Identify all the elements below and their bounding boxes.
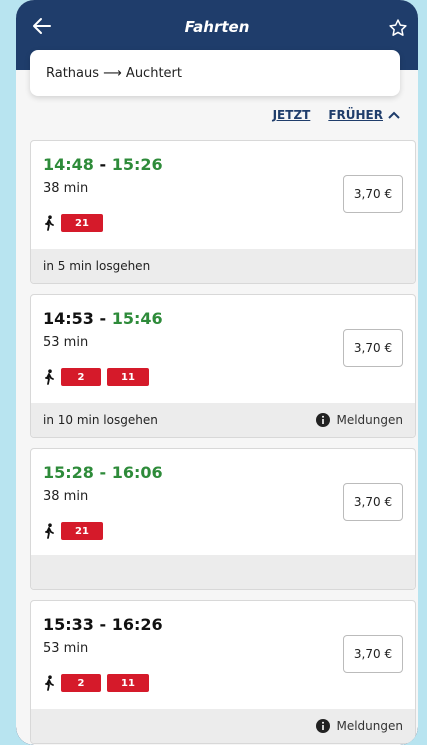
filter-now-link[interactable]: JETZT (273, 108, 311, 122)
info-icon (316, 719, 331, 733)
line-badge: 21 (61, 522, 103, 540)
walk-hint: in 5 min losgehen (43, 259, 151, 273)
price-button[interactable]: 3,70 € (343, 483, 403, 521)
trip-legs: 2 11 (43, 674, 149, 692)
trip-times: 15:28 - 16:06 (43, 463, 163, 482)
line-badge: 21 (61, 214, 103, 232)
chevron-up-icon (388, 111, 400, 119)
line-badge: 11 (107, 674, 149, 692)
trip-duration: 53 min (43, 335, 89, 350)
star-outline-icon[interactable] (388, 18, 408, 38)
trip-times: 15:33 - 16:26 (43, 615, 163, 634)
price-button[interactable]: 3,70 € (343, 635, 403, 673)
time-separator: - (93, 309, 112, 328)
walk-icon (45, 675, 54, 691)
time-filters: JETZT FRÜHER (273, 108, 400, 122)
trip-card[interactable]: 14:53 - 15:46 53 min 3,70 € 2 11 in 10 m… (30, 294, 416, 438)
walk-icon (45, 369, 54, 385)
notices-label: Meldungen (336, 413, 403, 427)
time-separator: - (93, 463, 112, 482)
walk-icon (45, 215, 54, 231)
trip-duration: 38 min (43, 489, 89, 504)
page-title: Fahrten (184, 18, 250, 36)
trip-footer: Meldungen (31, 709, 415, 743)
trip-footer: in 10 min losgehen Meldungen (31, 403, 415, 437)
walk-icon (45, 523, 54, 539)
departure-time: 15:28 (43, 463, 94, 482)
filter-earlier[interactable]: FRÜHER (328, 108, 400, 122)
walk-hint: in 10 min losgehen (43, 413, 158, 427)
line-badge: 11 (107, 368, 149, 386)
route-text: Rathaus ⟶ Auchtert (46, 65, 182, 81)
phone-frame: Fahrten Rathaus ⟶ Auchtert JETZT FRÜHER … (16, 0, 418, 745)
price-button[interactable]: 3,70 € (343, 329, 403, 367)
departure-time: 14:53 (43, 309, 94, 328)
departure-time: 14:48 (43, 155, 94, 174)
trip-footer (31, 555, 415, 589)
trip-card[interactable]: 14:48 - 15:26 38 min 3,70 € 21 in 5 min … (30, 140, 416, 284)
info-icon (316, 413, 331, 427)
trip-times: 14:53 - 15:46 (43, 309, 163, 328)
trip-legs: 21 (43, 214, 103, 232)
arrival-time: 16:26 (111, 615, 163, 634)
filter-earlier-link[interactable]: FRÜHER (328, 108, 383, 122)
arrival-time: 15:46 (111, 309, 163, 328)
trip-duration: 53 min (43, 641, 89, 656)
arrival-time: 16:06 (111, 463, 163, 482)
arrival-time: 15:26 (111, 155, 163, 174)
line-badge: 2 (61, 368, 101, 386)
trip-times: 14:48 - 15:26 (43, 155, 163, 174)
notices-link[interactable]: Meldungen (316, 413, 403, 427)
departure-time: 15:33 (43, 615, 94, 634)
trip-card[interactable]: 15:28 - 16:06 38 min 3,70 € 21 (30, 448, 416, 590)
trip-legs: 21 (43, 522, 103, 540)
trip-legs: 2 11 (43, 368, 149, 386)
price-button[interactable]: 3,70 € (343, 175, 403, 213)
line-badge: 2 (61, 674, 101, 692)
notices-label: Meldungen (336, 719, 403, 733)
screen: Fahrten Rathaus ⟶ Auchtert JETZT FRÜHER … (16, 0, 418, 745)
notices-link[interactable]: Meldungen (316, 719, 403, 733)
trip-card[interactable]: 15:33 - 16:26 53 min 3,70 € 2 11 Meldung… (30, 600, 416, 744)
route-summary[interactable]: Rathaus ⟶ Auchtert (30, 50, 400, 96)
trip-footer: in 5 min losgehen (31, 249, 415, 283)
trip-duration: 38 min (43, 181, 89, 196)
time-separator: - (93, 615, 112, 634)
time-separator: - (93, 155, 112, 174)
